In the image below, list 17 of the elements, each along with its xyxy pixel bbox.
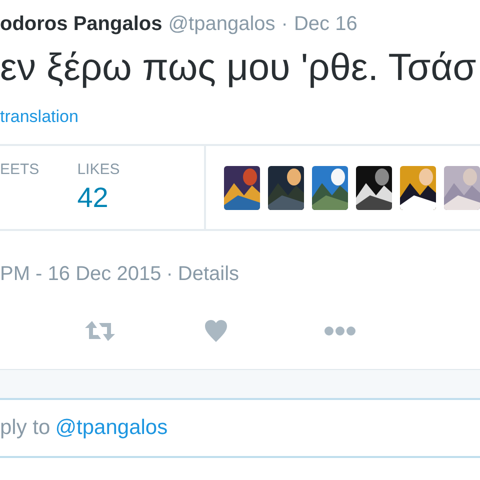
tweet-text: εν ξέρω πως μου 'ρθε. Τσάσ	[0, 46, 478, 91]
translation-link[interactable]: translation	[0, 107, 78, 126]
mention-link[interactable]: @tpangalos	[55, 412, 168, 444]
timestamp: PM - 16 Dec 2015	[0, 262, 162, 287]
separator: ·	[166, 262, 173, 287]
reply-prompt[interactable]: ply to	[0, 412, 50, 444]
more-icon[interactable]	[324, 326, 356, 336]
details-link[interactable]: Details	[178, 259, 240, 303]
author-name[interactable]: odoros Pangalos	[0, 9, 162, 39]
stat-value[interactable]: 42	[77, 180, 120, 216]
separator: ·	[281, 12, 288, 37]
author-handle[interactable]: @tpangalos	[168, 9, 276, 39]
tweet-date[interactable]: Dec 16	[294, 9, 358, 39]
stat-label: LIKES	[77, 160, 120, 180]
heart-icon[interactable]	[204, 319, 228, 343]
retweet-icon[interactable]	[84, 319, 116, 343]
stat-label: EETS	[0, 160, 40, 180]
